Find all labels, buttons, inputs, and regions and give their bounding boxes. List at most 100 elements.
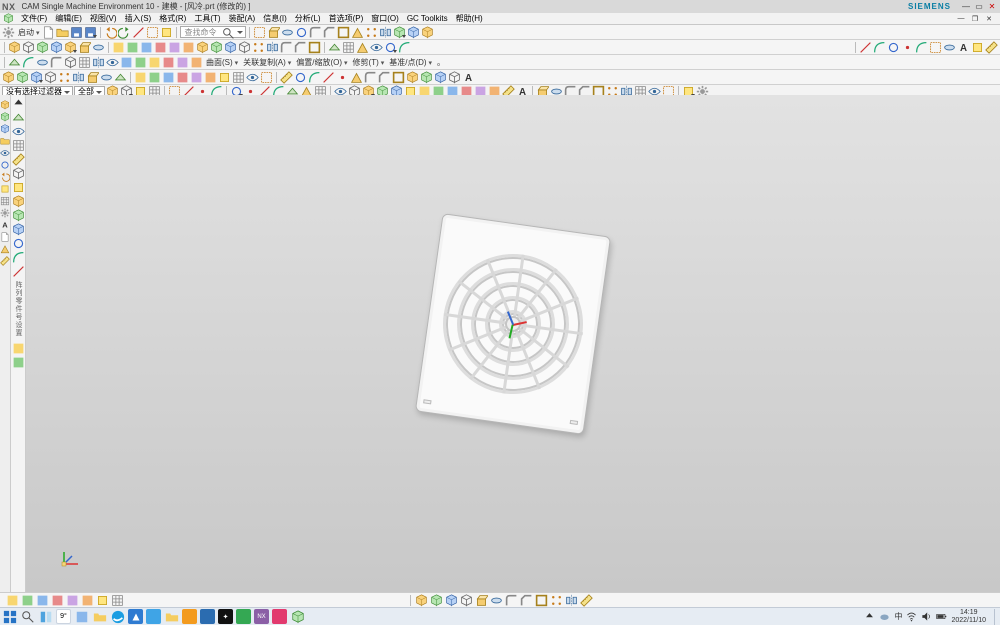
taskbar-explorer-icon[interactable] xyxy=(164,609,179,624)
datum-csys-icon[interactable] xyxy=(12,111,25,124)
asm-icon[interactable] xyxy=(232,71,245,84)
menu-assoc-copy[interactable]: 关联复制(A) xyxy=(241,57,293,68)
cut-icon[interactable] xyxy=(132,26,145,39)
volume-icon[interactable] xyxy=(921,611,932,622)
asm-icon[interactable] xyxy=(260,71,273,84)
chamfer-icon[interactable] xyxy=(323,26,336,39)
blend-icon[interactable] xyxy=(309,26,322,39)
surf-icon[interactable] xyxy=(50,56,63,69)
ime-indicator[interactable]: 中 xyxy=(894,611,902,622)
curve-circle-icon[interactable] xyxy=(887,41,900,54)
feat-icon[interactable] xyxy=(238,41,251,54)
feat-icon[interactable] xyxy=(126,41,139,54)
menu-window[interactable]: 窗口(O) xyxy=(367,13,403,24)
feat-icon[interactable] xyxy=(342,41,355,54)
surf-icon[interactable] xyxy=(134,56,147,69)
asm-icon[interactable] xyxy=(392,71,405,84)
tray-onedrive-icon[interactable] xyxy=(879,611,890,622)
asm-icon[interactable] xyxy=(246,71,259,84)
meas-icon[interactable] xyxy=(12,153,25,166)
bt-icon[interactable] xyxy=(445,594,458,607)
clock[interactable]: 14:19 2022/11/10 xyxy=(951,609,986,625)
arrow-icon[interactable] xyxy=(12,97,25,110)
mirror-icon[interactable] xyxy=(379,26,392,39)
battery-icon[interactable] xyxy=(936,611,947,622)
asm-icon[interactable] xyxy=(406,71,419,84)
bt-icon[interactable] xyxy=(96,594,109,607)
menu-edit[interactable]: 编辑(E) xyxy=(51,13,86,24)
bt-icon[interactable] xyxy=(66,594,79,607)
asm-icon[interactable] xyxy=(30,71,43,84)
part-navigator-icon[interactable] xyxy=(0,97,10,107)
bt-icon[interactable] xyxy=(111,594,124,607)
feat-icon[interactable] xyxy=(92,41,105,54)
more-feature-icon[interactable] xyxy=(421,26,434,39)
asm-icon[interactable] xyxy=(294,71,307,84)
feat-icon[interactable] xyxy=(252,41,265,54)
asm-icon[interactable] xyxy=(176,71,189,84)
assembly-navigator-icon[interactable] xyxy=(0,109,10,119)
taskbar-app-icon[interactable] xyxy=(182,609,197,624)
undo-icon[interactable] xyxy=(104,26,117,39)
feat-icon[interactable] xyxy=(50,41,63,54)
curve-more2-icon[interactable] xyxy=(985,41,998,54)
surf-icon[interactable] xyxy=(190,56,203,69)
asm-icon[interactable] xyxy=(162,71,175,84)
another-icon[interactable] xyxy=(12,237,25,250)
new-icon[interactable] xyxy=(42,26,55,39)
bt-icon[interactable] xyxy=(520,594,533,607)
asm-icon[interactable] xyxy=(336,71,349,84)
curve-spline-icon[interactable] xyxy=(915,41,928,54)
close-button[interactable]: ✕ xyxy=(986,2,998,12)
feat-icon[interactable] xyxy=(182,41,195,54)
redo-icon[interactable] xyxy=(118,26,131,39)
unite-icon[interactable] xyxy=(393,26,406,39)
minimize-button[interactable]: — xyxy=(960,2,972,12)
paste-icon[interactable] xyxy=(160,26,173,39)
taskbar-app-icon[interactable] xyxy=(92,609,107,624)
wifi-icon[interactable] xyxy=(906,611,917,622)
feat-icon[interactable] xyxy=(308,41,321,54)
asm-icon[interactable] xyxy=(58,71,71,84)
curve-ellipse-icon[interactable] xyxy=(943,41,956,54)
menu-trim[interactable]: 修剪(T) xyxy=(351,57,387,68)
asm-icon[interactable] xyxy=(434,71,447,84)
wcs-icon[interactable] xyxy=(12,139,25,152)
bt-icon[interactable] xyxy=(415,594,428,607)
visual-report-icon[interactable] xyxy=(0,181,10,191)
curve-line-icon[interactable] xyxy=(859,41,872,54)
cam-icon[interactable] xyxy=(0,241,10,251)
menu-view[interactable]: 视图(V) xyxy=(86,13,121,24)
start-menu[interactable]: 启动 xyxy=(16,27,41,38)
asm-icon[interactable] xyxy=(114,71,127,84)
menu-gctoolkits[interactable]: GC Toolkits xyxy=(403,14,452,23)
feat-icon[interactable] xyxy=(294,41,307,54)
asm-icon[interactable] xyxy=(308,71,321,84)
open-icon[interactable] xyxy=(56,26,69,39)
asm-icon[interactable] xyxy=(86,71,99,84)
surf-icon[interactable] xyxy=(22,56,35,69)
asm-icon[interactable] xyxy=(2,71,15,84)
asm-icon[interactable] xyxy=(204,71,217,84)
menu-analysis[interactable]: 分析(L) xyxy=(291,13,325,24)
taskbar-app-icon[interactable]: ✦ xyxy=(218,609,233,624)
bt-icon[interactable] xyxy=(6,594,19,607)
asm-icon[interactable] xyxy=(364,71,377,84)
asm-icon[interactable] xyxy=(44,71,57,84)
asm-icon[interactable] xyxy=(72,71,85,84)
bt-icon[interactable] xyxy=(505,594,518,607)
sketch-icon[interactable] xyxy=(253,26,266,39)
layer-icon[interactable] xyxy=(12,181,25,194)
browser-icon[interactable] xyxy=(0,157,10,167)
menu-surface[interactable]: 曲面(S) xyxy=(204,57,240,68)
curve-rect-icon[interactable] xyxy=(929,41,942,54)
menu-offset-scale[interactable]: 偏置/缩放(O) xyxy=(294,57,349,68)
asm-icon[interactable] xyxy=(134,71,147,84)
another-icon[interactable] xyxy=(12,195,25,208)
menu-file[interactable]: 文件(F) xyxy=(17,13,51,24)
bt-icon[interactable] xyxy=(475,594,488,607)
surf-icon[interactable] xyxy=(78,56,91,69)
curve-more-icon[interactable] xyxy=(971,41,984,54)
asm-icon[interactable] xyxy=(462,71,475,84)
feat-icon[interactable] xyxy=(370,41,383,54)
